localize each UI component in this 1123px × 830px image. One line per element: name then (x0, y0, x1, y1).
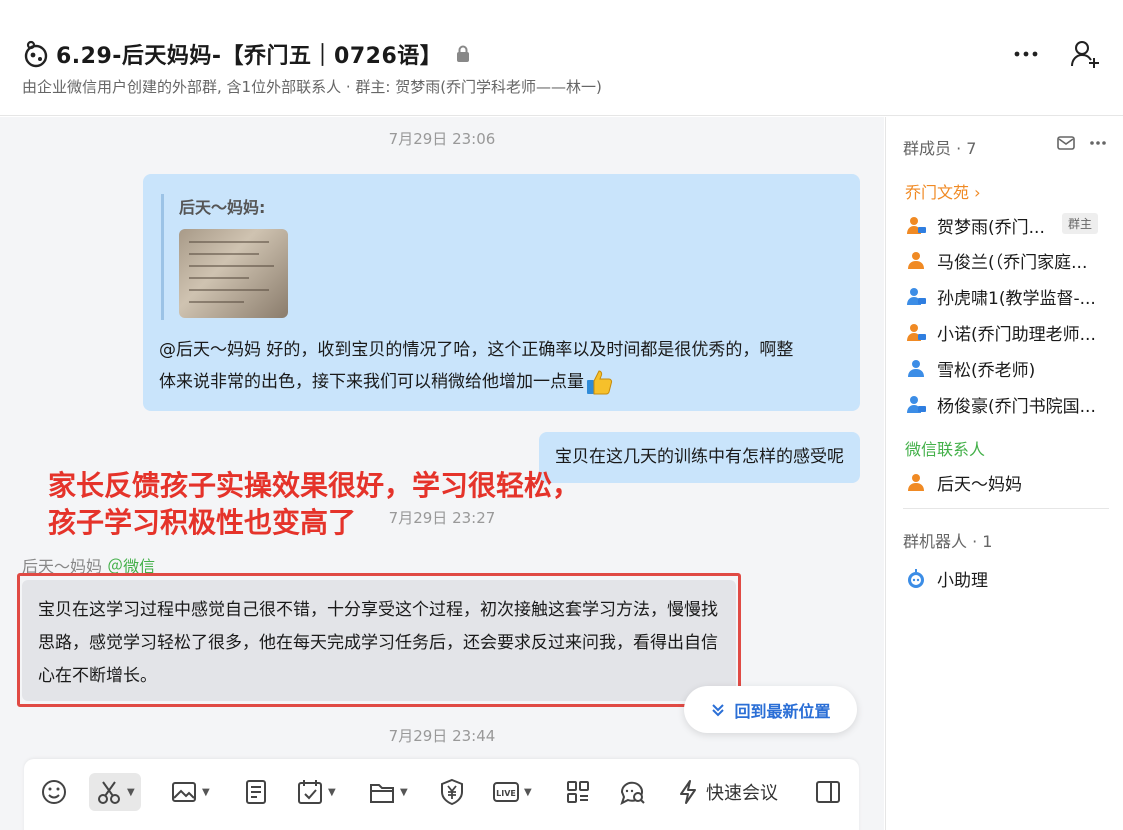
robots-title: 群机器人 · 1 (903, 532, 993, 551)
group-title-wechat: 微信联系人 (905, 440, 986, 459)
group-title-qiaomen[interactable]: 乔门文苑 › (905, 179, 981, 203)
title-row: 6.29-后天妈妈-【乔门五｜0726语】 (22, 38, 470, 70)
user-monitor-icon (907, 395, 926, 413)
owner-badge: 群主 (1062, 213, 1099, 234)
caret-down-icon[interactable]: ▼ (127, 787, 135, 798)
group-subtitle: 由企业微信用户创建的外部群, 含1位外部联系人 · 群主: 贺梦雨(乔门学科老师… (22, 78, 602, 96)
schedule-button[interactable]: ▼ (296, 773, 336, 811)
quoted-sender: 后天～妈妈: (179, 198, 266, 217)
caret-down-icon[interactable]: ▼ (400, 787, 408, 798)
chat-bubble-search-icon (620, 781, 645, 805)
toggle-sidebar-button[interactable] (814, 773, 842, 811)
user-monitor-icon (907, 216, 926, 234)
members-actions (1057, 135, 1107, 151)
lock-icon (457, 45, 470, 62)
message-bubble-quote-reply[interactable]: 后天～妈妈: @后天～妈妈 好的，收到宝贝的情况了哈，这个正确率以及时间都是很优… (143, 174, 860, 411)
page-title: 6.29-后天妈妈-【乔门五｜0726语】 (56, 44, 443, 69)
chat-area[interactable]: 7月29日 23:06 后天～妈妈: @后天～妈妈 好的，收到宝贝的情况了哈，这… (0, 117, 884, 830)
chat-window: — ❐ ✕ 6.29-后天妈妈-【乔门五｜0726语】 由企业微信用户创建的外部… (0, 0, 1123, 830)
smiley-icon (42, 780, 66, 804)
folder-icon (370, 784, 394, 803)
user-icon (908, 359, 924, 377)
member-item[interactable]: 马俊兰(（乔门家庭... (905, 248, 1087, 273)
user-monitor-icon (907, 287, 926, 305)
members-title: 群成员 · 7 (903, 139, 977, 158)
members-sidebar: 群成员 · 7 乔门文苑 › 贺梦雨(乔门... 群主 马俊兰(（乔门家庭...… (885, 117, 1123, 830)
user-icon (908, 473, 924, 491)
calendar-check-icon (298, 780, 322, 804)
yen-shield-icon (441, 778, 463, 806)
live-icon: LIVE (493, 782, 519, 802)
timestamp: 7月29日 23:44 (388, 727, 496, 745)
live-button[interactable]: LIVE ▼ (492, 773, 532, 811)
quick-meeting-button[interactable]: 快速会议 (674, 773, 778, 811)
emoji-button[interactable] (40, 773, 68, 811)
user-monitor-icon (907, 323, 926, 341)
thumbs-up-emoji-icon (587, 370, 613, 395)
grid-apps-icon (567, 781, 589, 803)
sidebar-panel-icon (816, 781, 840, 803)
document-icon (246, 780, 266, 804)
chevron-down-double-icon (712, 703, 725, 716)
image-icon (172, 782, 196, 802)
apps-button[interactable] (564, 773, 592, 811)
svg-text:LIVE: LIVE (496, 789, 516, 798)
member-item[interactable]: 孙虎啸1(教学监督-... (905, 284, 1096, 309)
chat-header: 6.29-后天妈妈-【乔门五｜0726语】 由企业微信用户创建的外部群, 含1位… (0, 0, 1123, 116)
highlight-box (17, 573, 741, 707)
robot-item[interactable]: 小助理 (905, 566, 988, 591)
scissors-icon (98, 781, 120, 804)
document-button[interactable] (242, 773, 270, 811)
group-avatar-icon (24, 40, 48, 68)
member-item[interactable]: 小诺(乔门助理老师... (905, 320, 1096, 345)
annotation-text: 家长反馈孩子实操效果很好，学习很轻松， 孩子学习积极性也变高了 (48, 469, 581, 539)
timestamp: 7月29日 23:06 (388, 130, 496, 148)
screenshot-button[interactable]: ▼ (89, 773, 141, 811)
caret-down-icon[interactable]: ▼ (524, 787, 532, 798)
more-icon[interactable] (1011, 39, 1041, 69)
member-item[interactable]: 杨俊豪(乔门书院国... (905, 392, 1096, 417)
add-member-icon[interactable] (1069, 38, 1101, 70)
member-item[interactable]: 贺梦雨(乔门... (905, 213, 1045, 238)
caret-down-icon[interactable]: ▼ (202, 787, 210, 798)
input-toolbar: ▼ ▼ ▼ ▼ LIVE ▼ 快速会议 (24, 759, 859, 830)
chat-record-button[interactable] (618, 773, 646, 811)
message-bubble-outgoing[interactable]: 宝贝在这几天的训练中有怎样的感受呢 (539, 432, 860, 483)
header-actions (1011, 38, 1101, 70)
user-icon (908, 251, 924, 269)
mail-icon[interactable] (1057, 135, 1075, 151)
quote-bar (161, 194, 164, 320)
payment-button[interactable] (438, 773, 466, 811)
quoted-image-thumbnail[interactable] (179, 229, 288, 318)
reply-text: @后天～妈妈 好的，收到宝贝的情况了哈，这个正确率以及时间都是很优秀的，啊整体来… (159, 334, 799, 398)
more-icon[interactable] (1089, 140, 1107, 146)
caret-down-icon[interactable]: ▼ (328, 787, 336, 798)
timestamp: 7月29日 23:27 (388, 509, 496, 527)
member-item[interactable]: 雪松(乔老师) (905, 356, 1035, 381)
image-button[interactable]: ▼ (170, 773, 210, 811)
file-button[interactable]: ▼ (368, 773, 408, 811)
robot-icon (908, 568, 924, 588)
divider (903, 508, 1109, 509)
lightning-icon (680, 780, 696, 804)
member-item[interactable]: 后天～妈妈 (905, 470, 1022, 495)
